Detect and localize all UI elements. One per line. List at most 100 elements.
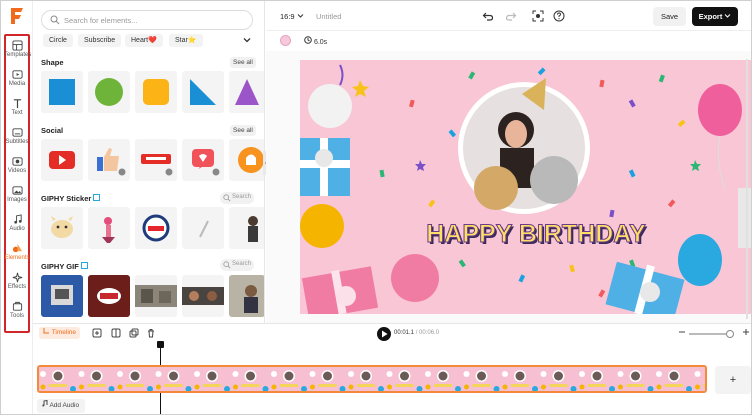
chip-subscribe[interactable]: Subscribe	[78, 34, 122, 47]
zoom-out-icon[interactable]	[677, 327, 687, 337]
zoom-slider-knob[interactable]	[726, 330, 734, 338]
rail-item-templates[interactable]: Templates	[4, 37, 31, 64]
balloon-pink	[391, 254, 439, 302]
rail-label: Subtitles	[5, 139, 29, 145]
music-note-icon	[42, 399, 48, 407]
save-button[interactable]: Save	[653, 7, 686, 26]
clock-icon	[304, 36, 312, 44]
portrait-photo[interactable]	[458, 78, 590, 214]
clip-thumbnail-frame	[77, 367, 115, 391]
audio-icon	[13, 214, 22, 224]
redo-icon[interactable]	[505, 10, 517, 22]
sticker-search-placeholder: Search	[232, 194, 252, 200]
rail-label: Text	[11, 110, 23, 116]
search-input[interactable]: Search for elements...	[41, 10, 253, 30]
giphy-sticker-tile[interactable]	[135, 207, 177, 249]
chevron-down-icon	[297, 14, 304, 18]
clip-thumbnail-frame	[231, 367, 269, 391]
rail-item-subtitles[interactable]: Subtitles	[4, 124, 30, 151]
social-notification-tile[interactable]	[182, 139, 224, 181]
giphy-sticker-tile[interactable]	[88, 207, 130, 249]
chevron-down-icon[interactable]	[242, 35, 252, 45]
rail-item-videos[interactable]: Videos	[4, 153, 30, 180]
timecode: 00:01.1 / 00:06.0	[394, 330, 439, 336]
search-icon	[223, 261, 231, 269]
timeline-icon	[43, 328, 49, 334]
giphy-sticker-label: GIPHY Sticker	[41, 194, 92, 203]
social-youtube-tile[interactable]	[41, 139, 83, 181]
app-logo-icon[interactable]	[7, 6, 27, 26]
giphy-gif-tile[interactable]	[88, 275, 130, 317]
add-clip-icon[interactable]	[92, 328, 102, 338]
elements-panel: Search for elements... Circle Subscribe …	[33, 1, 265, 323]
rail-label: Tools	[9, 313, 24, 319]
export-button[interactable]: Export	[692, 7, 738, 26]
social-like-tile[interactable]	[88, 139, 130, 181]
see-all-shape-button[interactable]: See all	[230, 57, 256, 68]
chip-circle[interactable]: Circle	[43, 34, 73, 47]
play-button[interactable]	[377, 327, 391, 341]
birthday-canvas[interactable]: HAPPY BIRTHDAY HAPPY BIRTHDAY	[300, 60, 751, 314]
social-subscribe-tile[interactable]	[135, 139, 177, 181]
gif-search-placeholder: Search	[232, 261, 252, 267]
giphy-sticker-tile[interactable]	[41, 207, 83, 249]
shape-square-tile[interactable]	[41, 71, 83, 113]
rail-item-audio[interactable]: Audio	[4, 211, 30, 238]
split-icon[interactable]	[111, 328, 121, 338]
background-color-swatch[interactable]	[280, 35, 291, 46]
giphy-gif-tile[interactable]	[182, 275, 224, 317]
clip-thumbnail-frame	[154, 367, 192, 391]
delete-icon[interactable]	[146, 328, 156, 338]
giphy-sticker-tile[interactable]	[182, 207, 224, 249]
rail-item-elements[interactable]: Elements	[4, 240, 30, 267]
video-clip-track[interactable]	[37, 365, 707, 393]
giphy-gif-tile[interactable]	[41, 275, 83, 317]
zoom-in-icon[interactable]	[741, 327, 751, 337]
timeline-panel: Timeline 00:01.1 / 00:06.0 + Add Audio	[33, 323, 751, 414]
duplicate-icon[interactable]	[129, 328, 139, 338]
chip-star[interactable]: Star⭐	[169, 34, 203, 47]
rail-item-tools[interactable]: Tools	[4, 298, 30, 325]
screen-capture-icon[interactable]	[532, 10, 544, 22]
timeline-toggle[interactable]: Timeline	[39, 327, 81, 339]
see-all-social-button[interactable]: See all	[230, 125, 256, 136]
app-window: Templates Media Text Subtitles Videos Im…	[0, 0, 752, 415]
aspect-ratio-label: 16:9	[280, 12, 295, 21]
rail-item-media[interactable]: Media	[4, 66, 30, 93]
clip-thumbnail-frame	[39, 367, 77, 391]
giphy-gif-label: GIPHY GIF	[41, 262, 79, 271]
giphy-gif-search-input[interactable]: Search	[220, 259, 254, 271]
add-clip-button[interactable]: +	[715, 366, 751, 394]
giphy-sticker-tile[interactable]	[229, 207, 264, 249]
help-icon[interactable]	[553, 10, 565, 22]
headline-text[interactable]: HAPPY BIRTHDAY	[426, 220, 647, 249]
balloon-magenta	[698, 84, 742, 136]
canvas-scrollbar[interactable]	[744, 59, 750, 319]
chip-heart[interactable]: Heart❤️	[125, 34, 163, 47]
shape-purple-triangle-tile[interactable]	[229, 71, 264, 113]
social-bell-tile[interactable]	[229, 139, 264, 181]
search-placeholder: Search for elements...	[64, 16, 138, 25]
giphy-gif-tile[interactable]	[229, 275, 264, 317]
giphy-sticker-search-input[interactable]: Search	[220, 192, 254, 204]
section-title-giphy-sticker: GIPHY Sticker	[41, 194, 101, 203]
project-title[interactable]: Untitled	[316, 12, 341, 21]
subtitles-icon	[11, 128, 23, 137]
undo-icon[interactable]	[482, 10, 494, 22]
giphy-gif-tile[interactable]	[135, 275, 177, 317]
shape-circle-tile[interactable]	[88, 71, 130, 113]
info-icon	[93, 194, 101, 201]
timeline-label: Timeline	[51, 329, 77, 336]
shape-triangle-tile[interactable]	[182, 71, 224, 113]
add-audio-button[interactable]: Add Audio	[37, 399, 86, 413]
shape-rounded-square-tile[interactable]	[135, 71, 177, 113]
duration-control[interactable]: 6.0s	[304, 36, 327, 46]
rail-item-effects[interactable]: Effects	[4, 269, 30, 296]
rail-item-images[interactable]: Images	[4, 182, 30, 209]
clip-thumbnail-frame	[347, 367, 385, 391]
rail-item-text[interactable]: Text	[4, 95, 30, 122]
current-time: 00:01.1	[394, 330, 415, 336]
top-bar: 16:9 Untitled Save Export	[266, 1, 751, 31]
clip-thumbnail-frame	[308, 367, 346, 391]
aspect-ratio-dropdown[interactable]: 16:9	[280, 12, 304, 21]
